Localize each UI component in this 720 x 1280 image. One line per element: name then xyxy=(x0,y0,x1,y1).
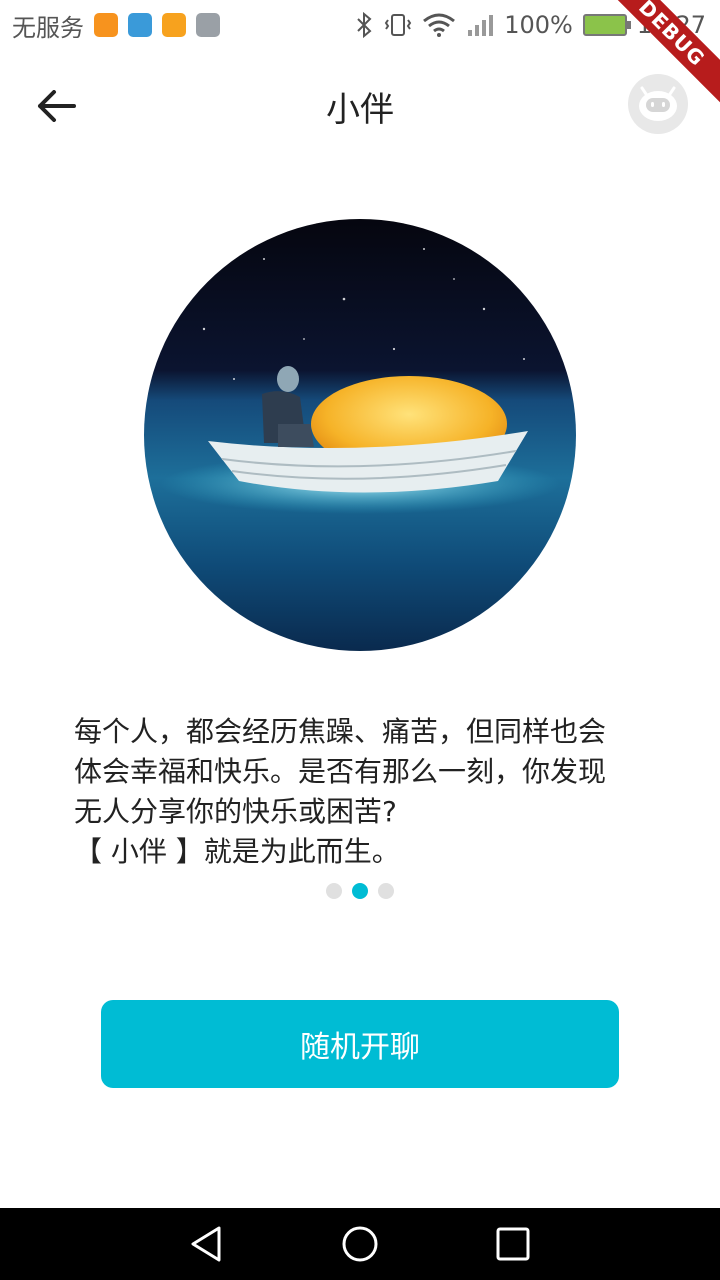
uc-icon xyxy=(162,13,186,37)
signal-icon xyxy=(468,15,494,36)
page-dot[interactable] xyxy=(326,883,342,899)
page-dot[interactable] xyxy=(378,883,394,899)
usb-icon xyxy=(128,13,152,37)
boat-at-night-image xyxy=(144,219,576,651)
wifi-icon xyxy=(423,13,456,37)
gallery-icon xyxy=(196,13,220,37)
screen: 无服务 100% DEBUG 小伴 每个人，都会经历焦躁、痛苦，但同样也会 体会… xyxy=(0,0,720,1280)
battery-icon xyxy=(582,14,631,36)
intro-line: 【 小伴 】就是为此而生。 xyxy=(74,835,400,868)
random-chat-button[interactable]: 随机开聊 xyxy=(101,1000,619,1088)
page-dot-active[interactable] xyxy=(352,883,368,899)
bluetooth-icon xyxy=(357,12,372,38)
nav-home-icon[interactable] xyxy=(340,1224,380,1264)
vibrate-icon xyxy=(385,14,412,36)
intro-line: 每个人，都会经历焦躁、痛苦，但同样也会 xyxy=(74,715,607,748)
uc-browser-icon xyxy=(94,13,118,37)
system-nav-bar xyxy=(0,1208,720,1280)
robot-avatar-icon xyxy=(639,86,677,121)
battery-percent: 100% xyxy=(504,11,573,39)
intro-description: 每个人，都会经历焦躁、痛苦，但同样也会 体会幸福和快乐。是否有那么一刻，你发现 … xyxy=(74,712,664,872)
nav-recents-icon[interactable] xyxy=(493,1224,533,1264)
status-left: 无服务 xyxy=(12,8,220,43)
page-indicator xyxy=(0,883,720,899)
intro-line: 体会幸福和快乐。是否有那么一刻，你发现 xyxy=(74,755,607,788)
page-title: 小伴 xyxy=(326,90,394,130)
app-bar: 小伴 xyxy=(0,60,720,152)
carrier-label: 无服务 xyxy=(12,13,84,42)
intro-line: 无人分享你的快乐或困苦? xyxy=(74,795,397,828)
intro-illustration xyxy=(144,219,576,651)
status-bar: 无服务 100% xyxy=(0,0,720,50)
nav-back-icon[interactable] xyxy=(187,1224,227,1264)
avatar[interactable] xyxy=(628,74,688,134)
